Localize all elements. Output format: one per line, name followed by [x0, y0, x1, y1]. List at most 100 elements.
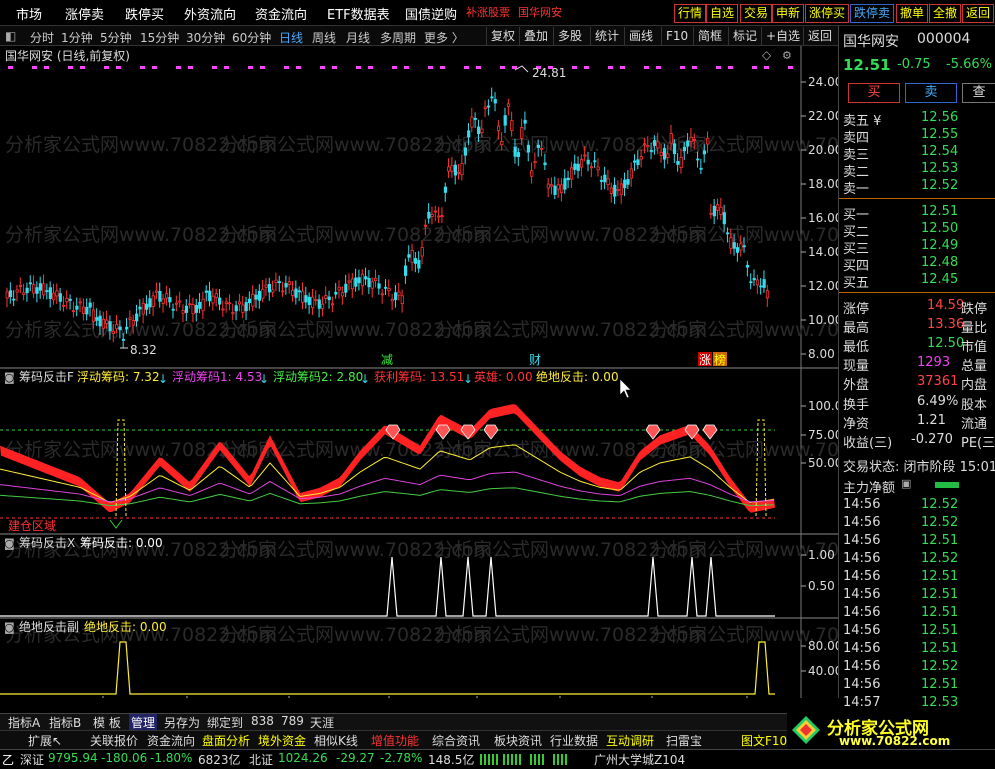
function-tab[interactable]: 扫雷宝	[666, 732, 702, 749]
tf-1min[interactable]: 1分钟	[61, 29, 93, 46]
btn-subscribe[interactable]: 申新	[772, 4, 805, 23]
quote-panel: 国华网安 000004 12.51 -0.75 -5.66% 买 卖 查 卖五 …	[838, 26, 995, 728]
indicator-tab[interactable]: 另存为	[162, 714, 202, 731]
function-tab[interactable]: 关联报价	[90, 732, 138, 749]
sell-button[interactable]: 卖	[905, 83, 957, 103]
tf-more[interactable]: 更多 〉	[424, 29, 464, 46]
candle	[148, 298, 152, 308]
btn-f10[interactable]: F10	[661, 27, 692, 45]
candle	[198, 301, 202, 309]
function-tab[interactable]: 行业数据	[550, 732, 598, 749]
candle	[483, 106, 487, 109]
btn-stats[interactable]: 统计	[590, 27, 623, 45]
indicator-tab[interactable]: 绑定到	[205, 714, 245, 731]
stat-label: 最低	[843, 340, 870, 355]
candle	[221, 308, 225, 311]
ask-price: 12.56	[921, 110, 959, 125]
btn-watchlist[interactable]: 自选	[706, 4, 739, 23]
indicator-tab[interactable]: 模 板	[91, 714, 123, 731]
btn-quote[interactable]: 行情	[674, 4, 707, 23]
btn-limit-up-buy[interactable]: 涨停买	[805, 4, 850, 23]
indicator-tab[interactable]: 管理	[129, 714, 158, 731]
candle	[420, 247, 424, 257]
function-tab[interactable]: 境外资金	[258, 732, 306, 749]
query-button[interactable]: 查	[962, 83, 995, 103]
btn-add-watch[interactable]: +自选	[761, 27, 804, 45]
candle	[364, 276, 368, 280]
function-tab[interactable]: 盘面分析	[202, 732, 250, 749]
tick-time: 14:56	[843, 677, 881, 692]
tf-30min[interactable]: 30分钟	[186, 29, 225, 46]
ind1-toggle-icon[interactable]: ◙	[4, 371, 15, 384]
function-tab[interactable]: 扩展↖	[28, 732, 62, 749]
indicator-tab[interactable]: 天涯	[308, 714, 336, 731]
ind2-toggle-icon[interactable]: ◙	[4, 537, 15, 550]
tf-5min[interactable]: 5分钟	[100, 29, 132, 46]
btn-limit-down-sell[interactable]: 跌停卖	[850, 4, 895, 23]
menu-capital-flow[interactable]: 资金流向	[255, 4, 307, 23]
collapse-icon[interactable]: ◧	[5, 29, 16, 43]
tf-multi[interactable]: 多周期	[380, 29, 416, 46]
candle	[251, 293, 255, 307]
ind3-tick: 80.00	[808, 639, 838, 653]
tf-daily[interactable]: 日线	[279, 29, 303, 46]
menu-limit-down-buy[interactable]: 跌停买	[125, 4, 164, 23]
btn-overlay[interactable]: 叠加	[519, 27, 552, 45]
settings-gear-icon[interactable]: ⚙	[782, 49, 792, 62]
btn-back[interactable]: 返回	[962, 4, 995, 23]
bid-price: 12.45	[921, 272, 959, 287]
indicator-tab[interactable]: 789	[279, 714, 306, 728]
tf-60min[interactable]: 60分钟	[232, 29, 271, 46]
btn-mark[interactable]: 标记	[728, 27, 761, 45]
tf-monthly[interactable]: 月线	[346, 29, 370, 46]
candle	[653, 140, 657, 146]
function-tab[interactable]: 综合资讯	[432, 732, 480, 749]
tf-15min[interactable]: 15分钟	[140, 29, 179, 46]
menu-catchup[interactable]: 补涨股票	[466, 4, 510, 20]
candle	[354, 277, 358, 287]
indicator-tab[interactable]: 指标A	[6, 714, 42, 731]
ind3-toggle-icon[interactable]: ◙	[4, 621, 15, 634]
function-tab[interactable]: 相似K线	[314, 732, 358, 749]
menu-repo[interactable]: 国债逆购	[405, 4, 457, 23]
indicator-tab[interactable]: 838	[249, 714, 276, 728]
menu-etf[interactable]: ETF数据表	[327, 4, 390, 23]
kline-chart-area[interactable]: 分析家公式网www.70822.com分析家公式网www.70822.com分析…	[0, 46, 838, 698]
menu-stock-name[interactable]: 国华网安	[518, 4, 562, 20]
tf-weekly[interactable]: 周线	[312, 29, 336, 46]
signal-dot	[788, 66, 793, 69]
function-tab[interactable]: 板块资讯	[494, 732, 542, 749]
menu-market[interactable]: 市场	[16, 4, 42, 23]
ind2-header: ◙ 筹码反击X 筹码反击: 0.00	[4, 536, 163, 550]
candle	[626, 179, 630, 185]
btn-draw[interactable]: 画线	[624, 27, 657, 45]
candle	[712, 205, 716, 217]
tf-intraday[interactable]: 分时	[30, 29, 54, 46]
function-tab[interactable]: 互动调研	[606, 732, 654, 749]
function-tab[interactable]: 资金流向	[147, 732, 195, 749]
btn-restore-rights[interactable]: 复权	[486, 27, 519, 45]
candle	[576, 163, 580, 171]
btn-multi-stock[interactable]: 多股	[553, 27, 586, 45]
bid-price: 12.48	[921, 255, 959, 270]
btn-return[interactable]: 返回	[803, 27, 836, 45]
menu-limit-up-sell[interactable]: 涨停卖	[65, 4, 104, 23]
bse-change: -29.27	[336, 751, 375, 765]
candle	[599, 180, 604, 182]
buy-button[interactable]: 买	[848, 83, 900, 103]
btn-simple-frame[interactable]: 简框	[693, 27, 726, 45]
diamond-icon[interactable]: ◇	[762, 48, 772, 62]
btn-trade[interactable]: 交易	[740, 4, 773, 23]
btn-cancel-all[interactable]: 全撤	[929, 4, 962, 23]
menu-foreign-flow[interactable]: 外资流向	[184, 4, 236, 23]
flow-dropdown-icon[interactable]: ▣	[901, 477, 911, 490]
signal-dot	[116, 66, 121, 69]
indicator-tab[interactable]: 指标B	[47, 714, 83, 731]
candle	[324, 295, 328, 299]
function-tab[interactable]: 增值功能	[371, 732, 419, 749]
btn-cancel[interactable]: 撤单	[896, 4, 929, 23]
status-edge-glyph: 乙	[2, 753, 15, 767]
signal-dot	[620, 66, 625, 69]
function-tab[interactable]: 图文F10	[741, 732, 787, 749]
signal-strength-icon-4	[553, 754, 569, 765]
